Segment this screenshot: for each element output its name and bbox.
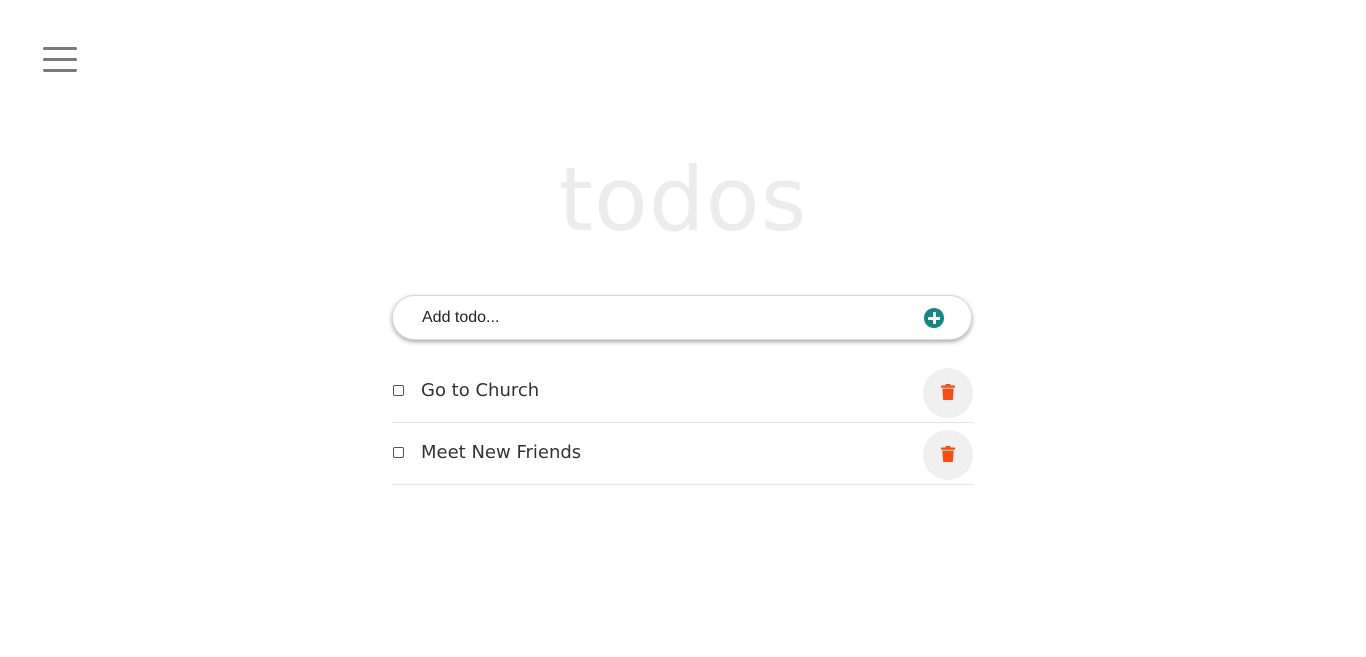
app-title: todos <box>558 148 808 251</box>
menu-icon-bar <box>43 58 77 61</box>
trash-icon <box>941 446 955 462</box>
todo-item: Go to Church <box>392 361 974 423</box>
menu-icon-bar <box>43 69 77 72</box>
todo-text: Meet New Friends <box>421 442 582 463</box>
menu-icon[interactable] <box>43 47 77 73</box>
plus-circle-icon[interactable] <box>924 308 944 328</box>
todo-input[interactable] <box>422 306 902 330</box>
todo-checkbox[interactable] <box>393 385 404 396</box>
delete-button[interactable] <box>923 430 973 480</box>
add-todo-form <box>392 295 972 340</box>
trash-icon <box>941 384 955 400</box>
todo-item: Meet New Friends <box>392 423 974 485</box>
todo-text: Go to Church <box>421 380 540 401</box>
todo-list: Go to Church Meet New Friends <box>392 361 974 485</box>
page: todos Go to Church Meet New Friends <box>0 0 1366 657</box>
delete-button[interactable] <box>923 368 973 418</box>
todo-checkbox[interactable] <box>393 447 404 458</box>
menu-icon-bar <box>43 47 77 50</box>
